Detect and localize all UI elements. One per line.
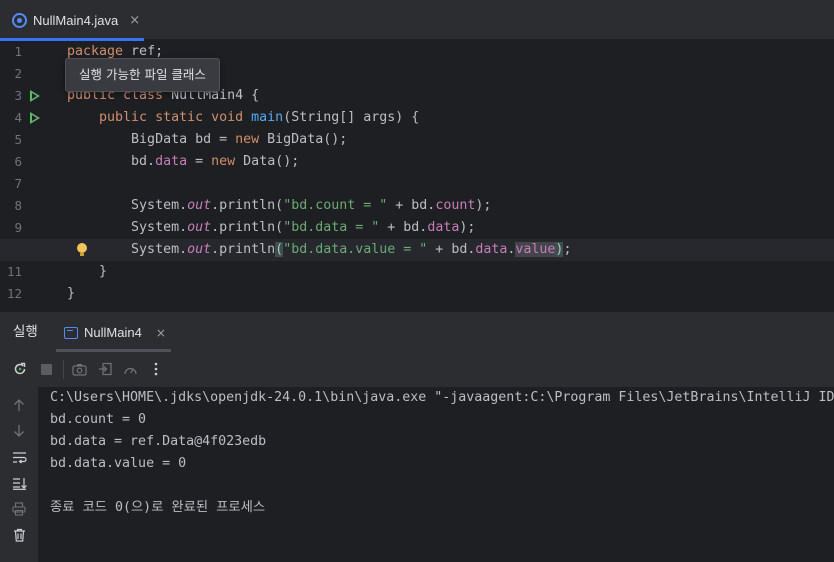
close-icon[interactable]: × [156,326,166,340]
code-line: public static void main(String[] args) { [99,110,420,125]
java-class-icon [12,12,27,28]
line-number: 11 [6,264,22,279]
gutter-tooltip: 실행 가능한 파일 클래스 [65,58,220,92]
editor-tab-nullmain4[interactable]: NullMain4.java × [0,0,144,41]
run-side-toolbar [0,387,38,562]
editor-tab-bar: NullMain4.java × [0,0,834,41]
run-main-gutter-icon[interactable] [30,112,40,124]
console-line: bd.count = 0 [50,412,147,427]
console-icon [64,326,78,339]
rerun-icon[interactable] [12,361,28,377]
run-tool-window-header: 실행 NullMain4 × [0,311,834,352]
run-tab-label: NullMain4 [84,325,142,340]
editor-tab-label: NullMain4.java [33,12,119,28]
code-line: } [99,264,108,279]
line-number: 3 [14,88,22,103]
more-icon[interactable] [148,361,164,377]
line-number: 9 [14,220,22,235]
line-number: 8 [14,198,22,213]
run-tab-nullmain4[interactable]: NullMain4 × [56,312,171,353]
code-line-current: System.out.println("bd.data.value = " + … [131,242,572,257]
line-number: 6 [14,154,22,169]
console-line: bd.data = ref.Data@4f023edb [50,434,267,449]
run-panel-title: 실행 [13,324,38,340]
line-number: 4 [14,110,22,125]
trash-icon[interactable] [11,527,27,543]
print-icon[interactable] [11,501,27,517]
login-icon[interactable] [97,361,113,377]
console-line: 종료 코드 0(으)로 완료된 프로세스 [50,500,266,515]
stop-icon[interactable] [38,361,54,377]
scroll-to-end-icon[interactable] [11,475,27,491]
code-line: bd.data = new Data(); [131,154,300,169]
screenshot-icon[interactable] [71,361,87,377]
code-line: System.out.println("bd.data = " + bd.dat… [131,220,476,235]
run-toolbar [0,352,834,387]
arrow-up-icon[interactable] [11,397,27,413]
code-editor[interactable]: 1 2 3 4 5 6 7 8 9 10 11 12 package ref; … [0,41,834,311]
console-line: bd.data.value = 0 [50,456,187,471]
console-line: C:\Users\HOME\.jdks\openjdk-24.0.1\bin\j… [50,390,834,405]
arrow-down-icon[interactable] [11,423,27,439]
line-number: 12 [6,286,22,301]
line-number: 7 [14,176,22,191]
toolbar-separator [63,360,64,379]
line-number: 1 [14,44,22,59]
run-class-gutter-icon[interactable] [30,90,40,102]
line-number: 5 [14,132,22,147]
code-line: BigData bd = new BigData(); [131,132,348,147]
line-gutter: 1 2 3 4 5 6 7 8 9 10 11 12 [0,41,60,311]
console-output[interactable]: C:\Users\HOME\.jdks\openjdk-24.0.1\bin\j… [38,387,834,562]
code-line: } [67,286,76,301]
close-icon[interactable]: × [129,13,140,28]
line-number: 2 [14,66,22,81]
code-line: System.out.println("bd.count = " + bd.co… [131,198,492,213]
speedometer-icon[interactable] [122,361,138,377]
soft-wrap-icon[interactable] [11,449,27,465]
